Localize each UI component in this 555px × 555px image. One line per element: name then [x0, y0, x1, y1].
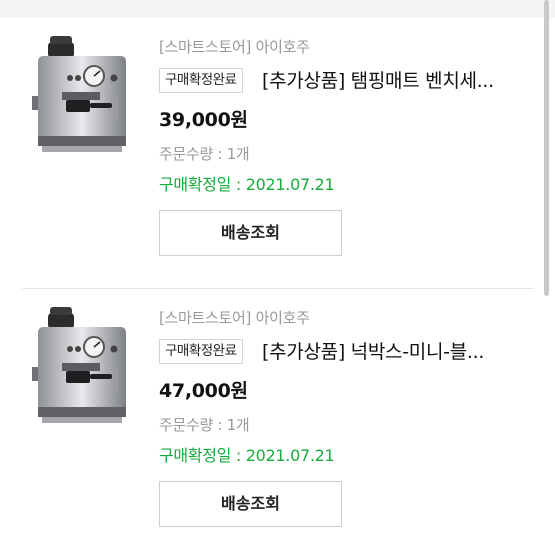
order-card: [스마트스토어] 아이호주 구매확정완료 [추가상품] 탬핑매트 벤치세... …: [22, 18, 534, 288]
store-name: [스마트스토어] 아이호주: [159, 309, 310, 327]
order-quantity: 주문수량 : 1개: [159, 416, 250, 434]
scrollbar[interactable]: [544, 0, 549, 296]
purchase-confirm-date: 구매확정일 : 2021.07.21: [159, 175, 335, 194]
espresso-machine-icon[interactable]: [28, 32, 132, 164]
espresso-machine-icon[interactable]: [28, 303, 132, 435]
order-card: [스마트스토어] 아이호주 구매확정완료 [추가상품] 넉박스-미니-블... …: [22, 288, 534, 555]
top-divider-strip: [0, 0, 555, 18]
price: 39,000원: [159, 109, 248, 131]
order-history-page: [스마트스토어] 아이호주 구매확정완료 [추가상품] 탬핑매트 벤치세... …: [0, 0, 555, 555]
store-name: [스마트스토어] 아이호주: [159, 38, 310, 56]
order-quantity: 주문수량 : 1개: [159, 145, 250, 163]
track-delivery-button[interactable]: 배송조회: [159, 210, 342, 256]
product-title[interactable]: [추가상품] 넉박스-미니-블...: [262, 337, 532, 364]
status-badge: 구매확정완료: [159, 68, 243, 93]
product-title[interactable]: [추가상품] 탬핑매트 벤치세...: [262, 66, 532, 93]
status-badge: 구매확정완료: [159, 339, 243, 364]
track-delivery-button[interactable]: 배송조회: [159, 481, 342, 527]
purchase-confirm-date: 구매확정일 : 2021.07.21: [159, 446, 335, 465]
price: 47,000원: [159, 380, 248, 402]
